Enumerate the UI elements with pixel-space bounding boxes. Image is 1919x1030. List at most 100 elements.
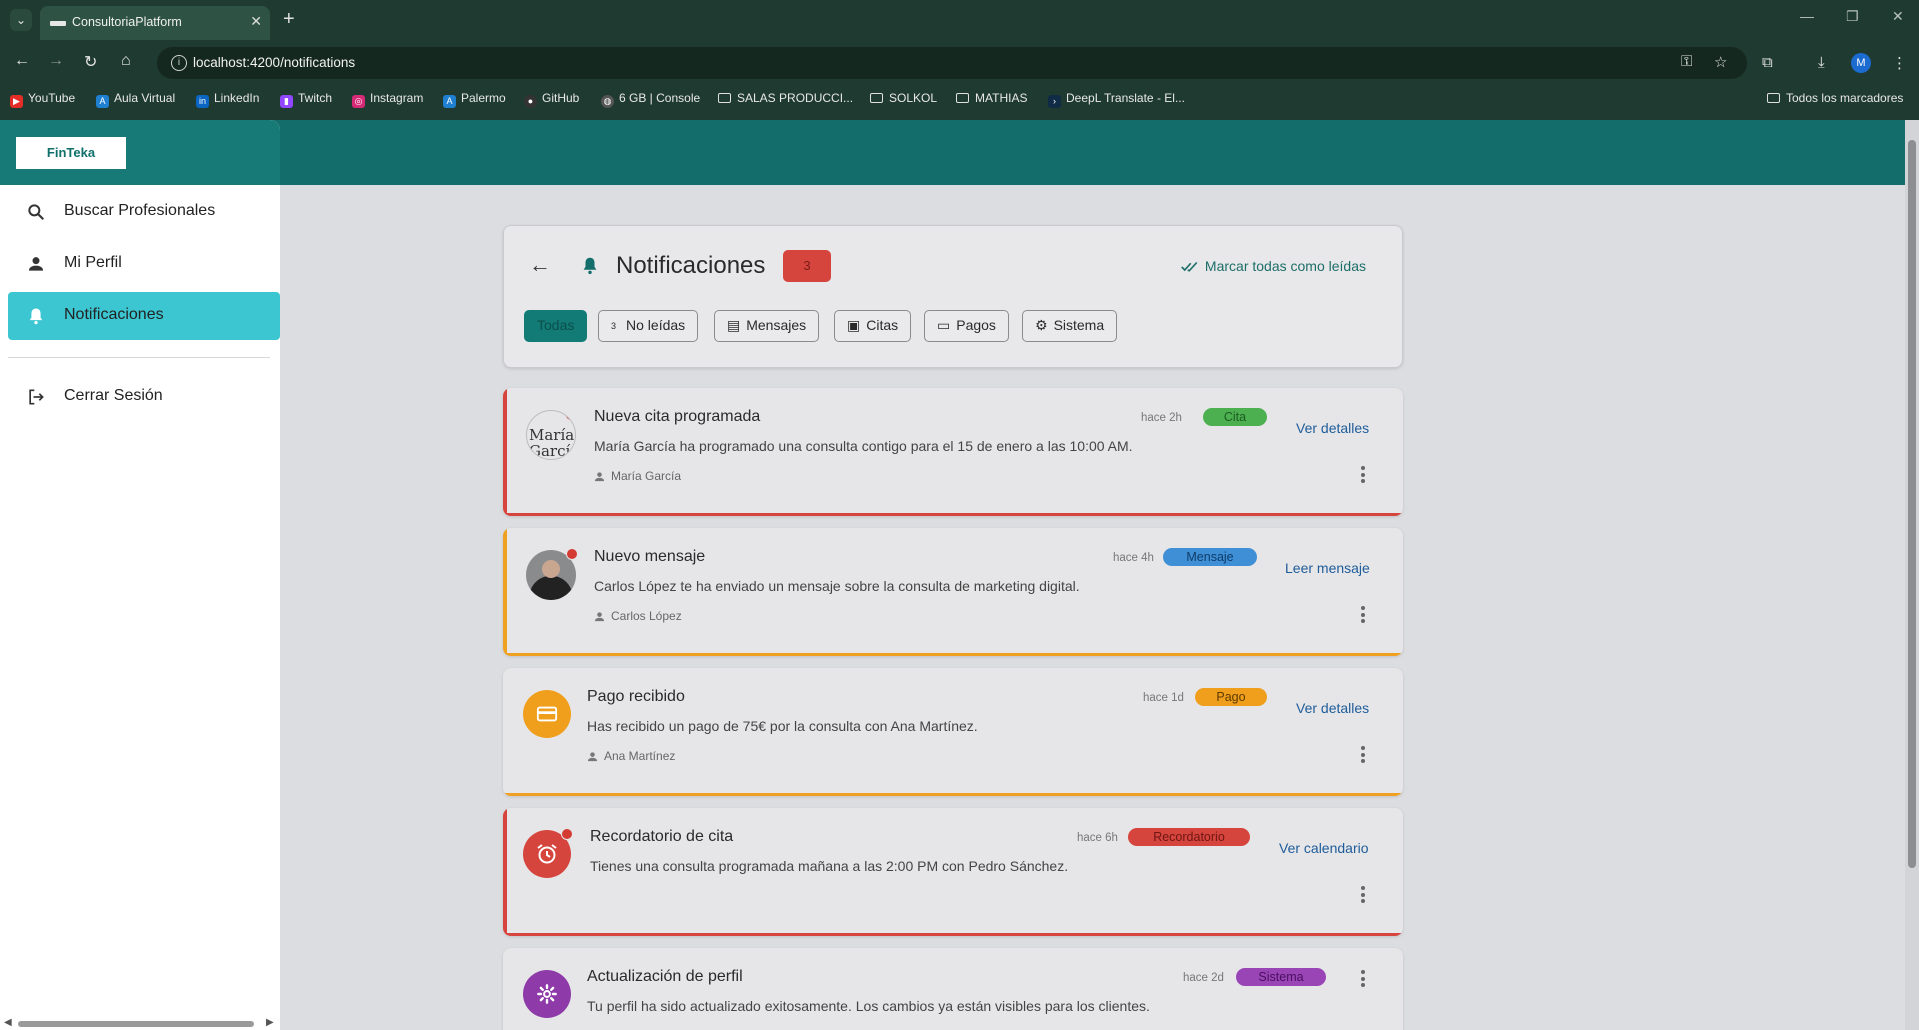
notification-title: Nueva cita programada [594, 408, 761, 425]
more-options-icon[interactable] [1361, 606, 1365, 626]
app-toolbar [0, 120, 1919, 185]
page-vertical-scrollbar[interactable] [1905, 120, 1919, 1030]
address-bar[interactable]: i localhost:4200/notifications ⚿ ☆ [157, 47, 1747, 79]
back-nav-icon[interactable]: ← [14, 52, 30, 70]
notification-card[interactable]: María García Nueva cita programada hace … [503, 388, 1403, 516]
new-tab-button[interactable]: + [283, 8, 295, 31]
bookmark-twitch[interactable]: ▮ Twitch [280, 91, 332, 108]
scroll-right-icon[interactable]: ▶ [266, 1017, 274, 1028]
bookmark-instagram[interactable]: ◎ Instagram [352, 91, 423, 108]
more-options-icon[interactable] [1361, 746, 1365, 766]
user-name: María García [611, 469, 682, 483]
double-check-icon [1181, 261, 1198, 272]
avatar [526, 548, 578, 600]
scrollbar-thumb[interactable] [1908, 140, 1916, 868]
filter-chip-sistema[interactable]: ⚙ Sistema [1022, 310, 1118, 342]
avatar-alt-text: María García [529, 426, 576, 460]
notification-tag: Recordatorio [1128, 828, 1250, 846]
tab-search-button[interactable]: ⌄ [10, 9, 32, 31]
sidebar-item-buscar-profesionales[interactable]: Buscar Profesionales [8, 188, 280, 236]
bookmark-star-icon[interactable]: ☆ [1714, 53, 1727, 71]
tab-close-icon[interactable]: ✕ [250, 13, 262, 30]
instagram-icon: ◎ [352, 95, 365, 108]
download-icon[interactable]: ⤓ [1818, 54, 1825, 71]
browser-toolbar: ← → ↻ ⌂ i localhost:4200/notifications ⚿… [0, 44, 1919, 82]
sidebar-horizontal-scrollbar[interactable]: ◀ ▶ [0, 1017, 280, 1030]
aula-virtual-icon: A [96, 95, 109, 108]
browser-menu-icon[interactable]: ⋮ [1892, 54, 1907, 72]
sidebar-item-notificaciones[interactable]: Notificaciones [8, 292, 280, 340]
bookmark-youtube[interactable]: ▶ YouTube [10, 91, 75, 108]
bookmarks-bar: ▶ YouTube A Aula Virtual in LinkedIn ▮ Twitc… [0, 87, 1919, 113]
url-text[interactable]: localhost:4200/notifications [193, 55, 355, 70]
app-logo[interactable]: FinTeka [16, 137, 126, 169]
all-bookmarks[interactable]: Todos los marcadores [1767, 91, 1903, 105]
reload-icon[interactable]: ↻ [84, 52, 97, 72]
more-options-icon[interactable] [1361, 970, 1365, 990]
window-close-icon[interactable]: ✕ [1892, 8, 1904, 25]
forward-nav-icon[interactable]: → [48, 52, 64, 70]
github-icon: ● [524, 95, 537, 108]
accent-underline [503, 793, 1403, 796]
profile-avatar[interactable]: M [1851, 53, 1871, 73]
bookmark-console[interactable]: ◍ 6 GB | Console [601, 91, 700, 108]
more-options-icon[interactable] [1361, 886, 1365, 906]
more-options-icon[interactable] [1361, 466, 1365, 486]
mark-all-read-button[interactable]: Marcar todas como leídas [1181, 258, 1366, 274]
filter-chip-mensajes[interactable]: ▤ Mensajes [714, 310, 820, 342]
notification-action-link[interactable]: Ver calendario [1279, 840, 1369, 856]
bookmark-palermo[interactable]: A Palermo [443, 91, 506, 108]
notification-card[interactable]: Actualización de perfil hace 2d Sistema … [503, 948, 1403, 1030]
notification-title: Pago recibido [587, 688, 685, 705]
sidebar-item-cerrar-sesion[interactable]: Cerrar Sesión [8, 373, 280, 421]
bookmark-folder-salas[interactable]: SALAS PRODUCCI... [718, 91, 853, 105]
notification-action-link[interactable]: Ver detalles [1296, 700, 1369, 716]
home-icon[interactable]: ⌂ [121, 52, 131, 70]
scrollbar-thumb[interactable] [18, 1021, 254, 1027]
bookmark-folder-mathias[interactable]: MATHIAS [956, 91, 1027, 105]
filter-chip-todas[interactable]: Todas [524, 310, 588, 342]
bookmark-github[interactable]: ● GitHub [524, 91, 579, 108]
browser-chrome: ⌄ ConsultoriaPlatform ✕ + — ❐ ✕ ← → ↻ ⌂ … [0, 0, 1919, 120]
unread-dot [565, 411, 575, 421]
back-arrow-icon[interactable]: ← [529, 252, 551, 278]
restore-icon[interactable]: ❐ [1846, 8, 1859, 25]
globe-icon: ◍ [601, 95, 614, 108]
scroll-left-icon[interactable]: ◀ [4, 1017, 12, 1028]
sidebar-item-label: Mi Perfil [64, 254, 122, 271]
person-icon [594, 612, 605, 622]
bookmark-deepl[interactable]: › DeepL Translate - El... [1048, 91, 1185, 108]
sidebar-item-mi-perfil[interactable]: Mi Perfil [8, 240, 280, 288]
password-key-icon[interactable]: ⚿ [1681, 53, 1692, 70]
folder-icon [1767, 93, 1780, 103]
credit-card-icon [536, 706, 558, 722]
notification-title: Recordatorio de cita [590, 828, 734, 845]
notification-message: Tienes una consulta programada mañana a … [590, 858, 1069, 874]
bookmark-linkedin[interactable]: in LinkedIn [196, 91, 259, 108]
bookmark-aula-virtual[interactable]: A Aula Virtual [96, 91, 175, 108]
notification-time: hace 2d [1183, 972, 1224, 984]
filter-chip-no-leidas[interactable]: 3 No leídas [598, 310, 699, 342]
notifications-header-card: ← Notificaciones 3 Marcar todas como leí… [503, 225, 1403, 368]
notification-action-link[interactable]: Ver detalles [1296, 420, 1369, 436]
sidebar: FinTeka Buscar Profesionales Mi Perfil N… [0, 120, 280, 1030]
browser-tab[interactable]: ConsultoriaPlatform ✕ [40, 6, 270, 40]
filter-chip-citas[interactable]: ▣ Citas [834, 310, 912, 342]
site-info-icon[interactable]: i [171, 55, 187, 71]
chip-count: 3 [611, 321, 617, 331]
extensions-icon[interactable]: ⧉ [1762, 54, 1773, 71]
notification-action-link[interactable]: Leer mensaje [1285, 560, 1370, 576]
filter-chip-pagos[interactable]: ▭ Pagos [924, 310, 1009, 342]
sidebar-item-label: Cerrar Sesión [64, 387, 163, 404]
notification-message: Has recibido un pago de 75€ por la consu… [587, 718, 978, 734]
notification-message: María García ha programado una consulta … [594, 438, 1133, 454]
notification-card[interactable]: Nuevo mensaje hace 4h Mensaje Carlos Lóp… [503, 528, 1403, 656]
folder-icon [956, 93, 969, 103]
notification-card[interactable]: Pago recibido hace 1d Pago Has recibido … [503, 668, 1403, 796]
minimize-icon[interactable]: — [1800, 8, 1814, 24]
bookmark-folder-solkol[interactable]: SOLKOL [870, 91, 937, 105]
notification-card[interactable]: Recordatorio de cita hace 6h Recordatori… [503, 808, 1403, 936]
accent-bar [503, 388, 507, 516]
unread-count-badge: 3 [783, 250, 831, 282]
chip-label: Pagos [956, 317, 996, 333]
